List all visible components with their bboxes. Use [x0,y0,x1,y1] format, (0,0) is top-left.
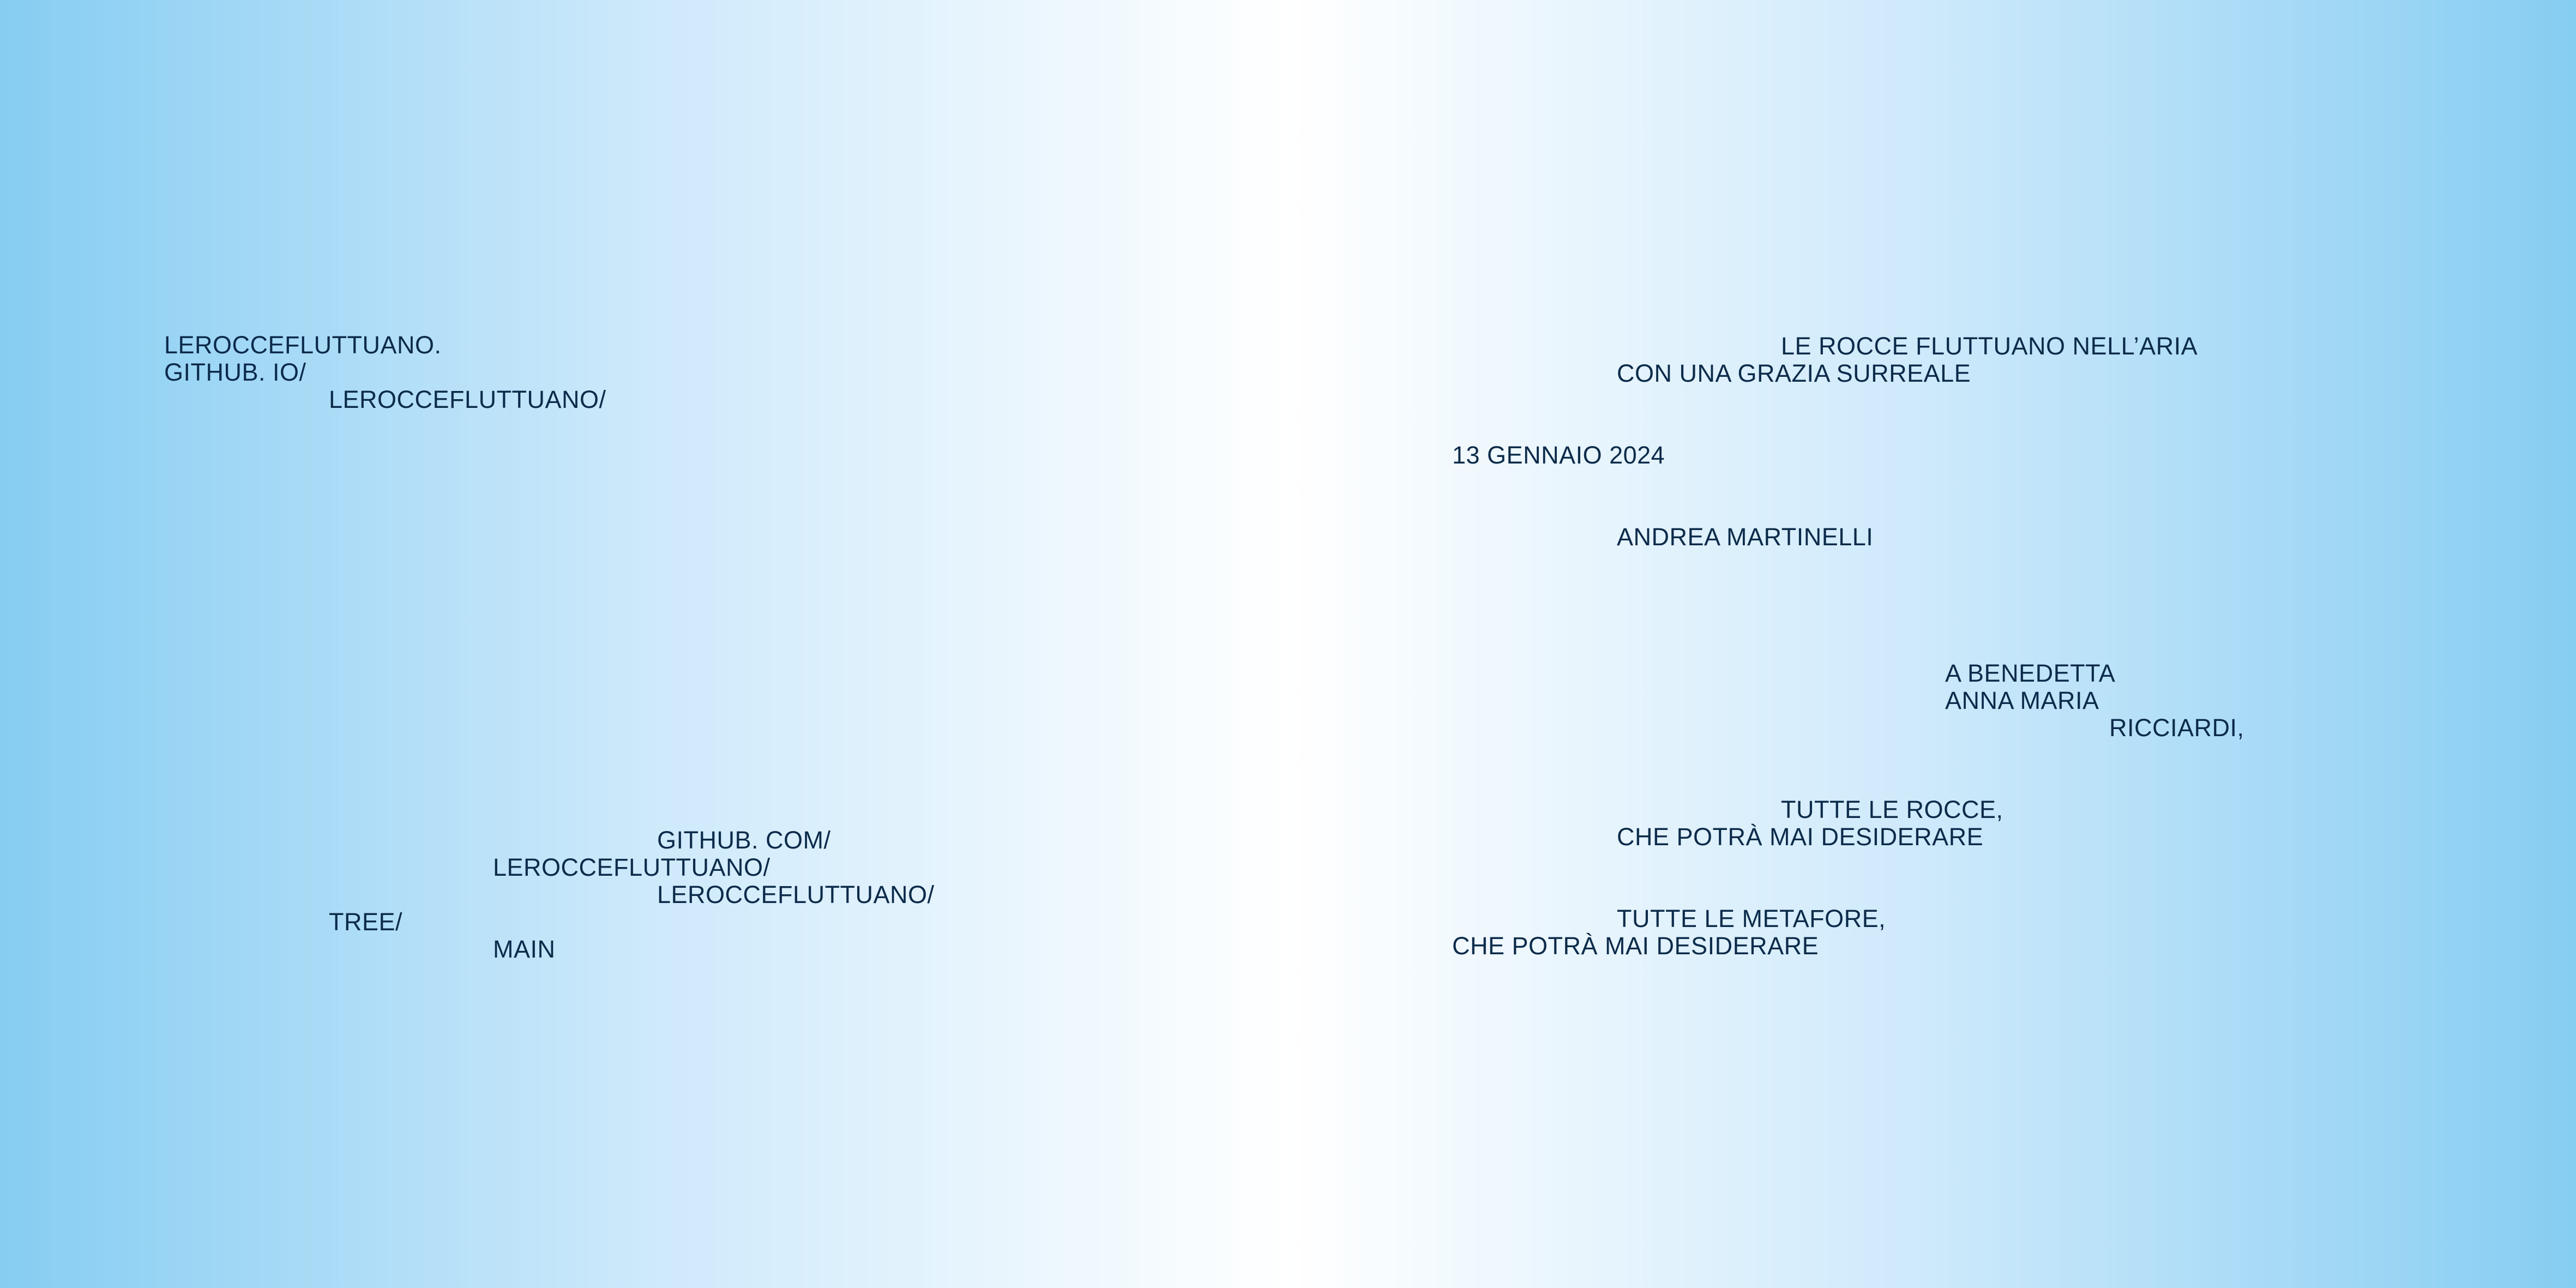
stanza-rocks-line-1: TUTTE LE ROCCE, [1781,796,2003,823]
website-url-line-1: LEROCCEFLUTTUANO. [164,331,442,359]
stanza-metaphors-line-2: CHE POTRÀ MAI DESIDERARE [1452,932,1819,960]
publication-date: 13 GENNAIO 2024 [1452,441,1665,469]
website-url-line-3: LEROCCEFLUTTUANO/ [329,386,606,413]
website-url-line-2: GITHUB. IO/ [164,358,306,386]
subtitle-line-2: CON UNA GRAZIA SURREALE [1617,359,1971,387]
repository-url-line-2: LEROCCEFLUTTUANO/ [493,853,771,881]
dedication-line-1: A BENEDETTA [1945,659,2116,687]
repository-url-line-4: TREE/ [329,908,403,936]
stanza-metaphors-line-1: TUTTE LE METAFORE, [1617,905,1886,932]
stanza-rocks-line-2: CHE POTRÀ MAI DESIDERARE [1617,823,1984,851]
subtitle-line-1: LE ROCCE FLUTTUANO NELL’ARIA [1781,332,2198,360]
repository-url-line-3: LEROCCEFLUTTUANO/ [657,881,935,908]
author-name: ANDREA MARTINELLI [1617,523,1874,551]
repository-url-line-5: MAIN [493,935,556,963]
left-page: LEROCCEFLUTTUANO. GITHUB. IO/ LEROCCEFLU… [0,0,1288,1288]
dedication-line-3: RICCIARDI, [2109,714,2244,742]
repository-url-line-1: GITHUB. COM/ [657,826,831,854]
dedication-line-2: ANNA MARIA [1945,687,2099,714]
right-page: LE ROCCE FLUTTUANO NELL’ARIA CON UNA GRA… [1288,0,2576,1288]
